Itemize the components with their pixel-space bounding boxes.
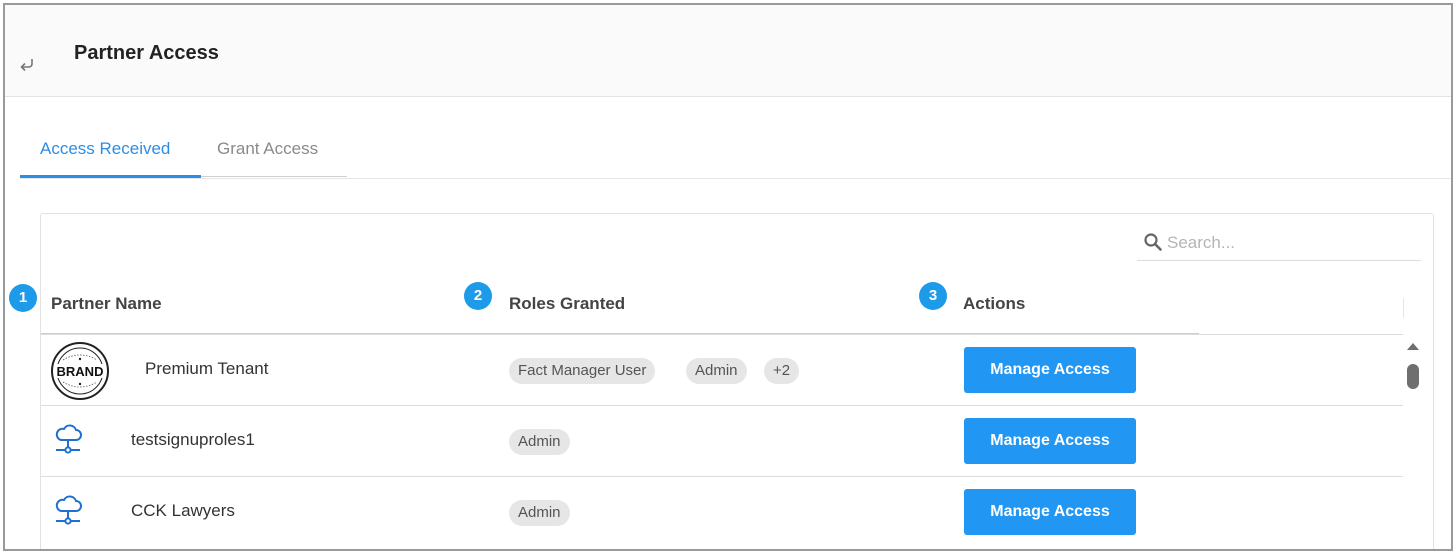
- table-row: CCK Lawyers Admin Manage Access: [41, 476, 1403, 547]
- cloud-network-icon: [55, 424, 82, 454]
- column-header-roles-granted[interactable]: Roles Granted: [509, 294, 625, 314]
- tab-divider: [201, 176, 347, 177]
- tab-bar: Access Received Grant Access: [20, 125, 1451, 179]
- table-row: testsignuproles1 Admin Manage Access: [41, 405, 1403, 476]
- scrollbar-thumb[interactable]: [1407, 364, 1419, 389]
- annotation-marker-2: 2: [464, 282, 492, 310]
- more-roles-chip[interactable]: +2: [764, 358, 800, 384]
- manage-access-button[interactable]: Manage Access: [964, 347, 1136, 393]
- partner-name: Premium Tenant: [145, 359, 269, 378]
- page-title: Partner Access: [74, 42, 219, 64]
- column-header-partner-name[interactable]: Partner Name: [51, 294, 162, 314]
- return-arrow-icon[interactable]: [17, 57, 37, 73]
- role-chip: Admin: [509, 429, 570, 455]
- search-input[interactable]: [1167, 230, 1407, 256]
- scroll-up-arrow-icon[interactable]: [1405, 340, 1421, 352]
- manage-access-button[interactable]: Manage Access: [964, 418, 1136, 464]
- brand-logo: BRAND: [51, 342, 109, 400]
- app-window: Partner Access Access Received Grant Acc…: [3, 3, 1453, 551]
- cloud-network-icon: [55, 495, 82, 525]
- svg-text:BRAND: BRAND: [57, 364, 104, 379]
- annotation-marker-3: 3: [919, 282, 947, 310]
- page-header: Partner Access: [5, 5, 1451, 97]
- column-header-actions: Actions: [963, 294, 1026, 313]
- partner-name: CCK Lawyers: [131, 501, 235, 520]
- role-chip: Admin: [509, 500, 570, 526]
- role-chip: Fact Manager User: [509, 358, 656, 384]
- search-box: [1137, 228, 1421, 261]
- table-row: BRAND Premium Tenant Fact Manager User A…: [41, 334, 1403, 405]
- tab-grant-access[interactable]: Grant Access: [217, 139, 318, 159]
- manage-access-button[interactable]: Manage Access: [964, 489, 1136, 535]
- role-chip: Admin: [686, 358, 747, 384]
- header-column-divider: [1403, 298, 1404, 318]
- tab-access-received[interactable]: Access Received: [40, 139, 170, 159]
- active-tab-indicator: [20, 175, 201, 178]
- partner-name: testsignuproles1: [131, 430, 255, 449]
- annotation-marker-1: 1: [9, 284, 37, 312]
- partner-table-card: Partner Name Roles Granted Actions BRAND…: [40, 213, 1434, 549]
- search-icon: [1144, 233, 1162, 251]
